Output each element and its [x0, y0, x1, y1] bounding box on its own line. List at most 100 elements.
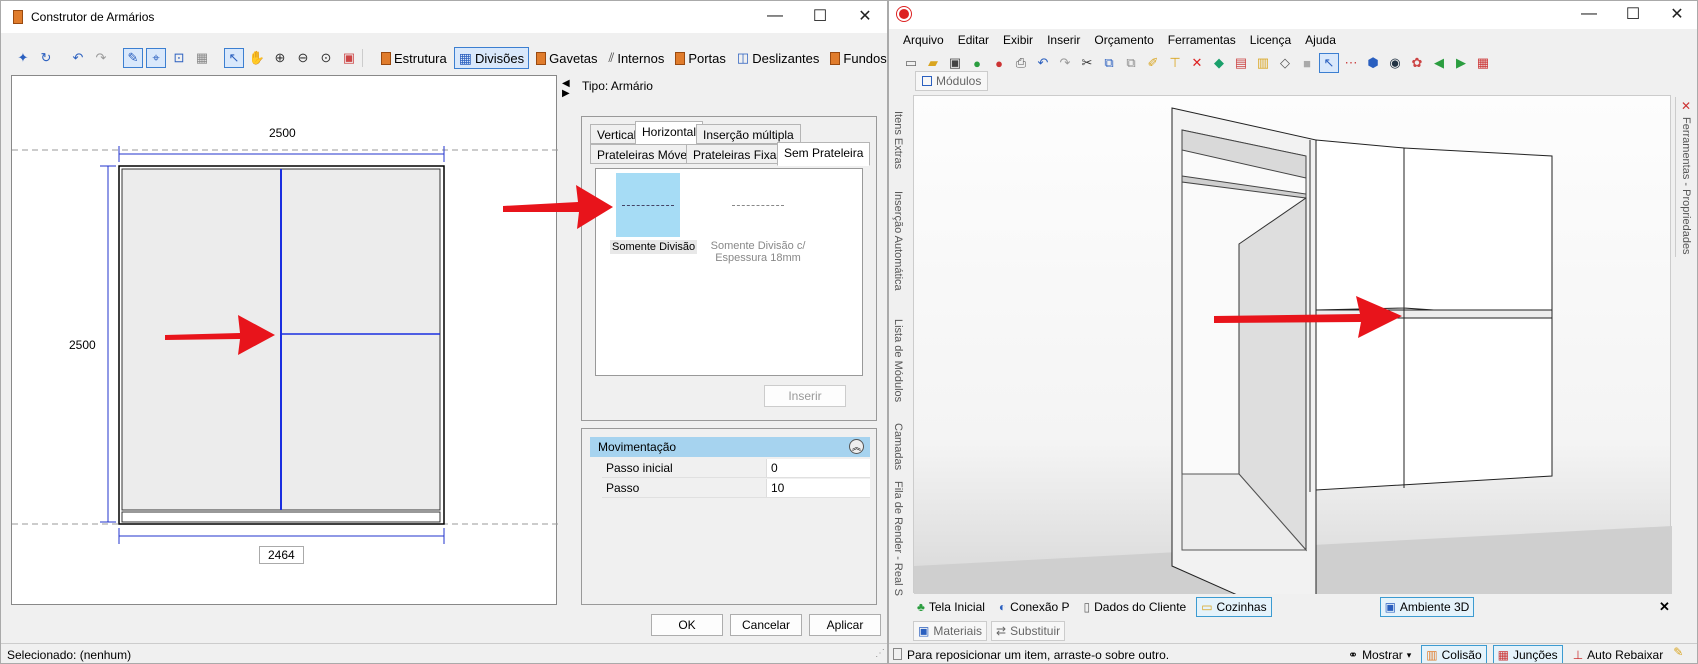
- drawing-canvas[interactable]: 2500 2500 2464: [11, 75, 558, 605]
- shield-icon[interactable]: ⬢: [1363, 53, 1383, 73]
- redo-icon[interactable]: ↷: [91, 48, 111, 68]
- side-tab-fila-render[interactable]: Fila de Render - Real S: [892, 481, 904, 596]
- pan-hand-icon[interactable]: ✋: [247, 48, 267, 68]
- palette-icon[interactable]: ✿: [1407, 53, 1427, 73]
- main-maximize-button[interactable]: ☐: [1611, 1, 1655, 27]
- tab-conexao-p[interactable]: ◐ Conexão P: [995, 597, 1074, 617]
- draw-tool-icon[interactable]: ✎: [123, 48, 143, 68]
- auto-lower-toggle[interactable]: ⊥ Auto Rebaixar: [1569, 645, 1668, 663]
- undo-main-icon[interactable]: ↶: [1033, 53, 1053, 73]
- arrow-right-green-icon[interactable]: ▶: [1451, 53, 1471, 73]
- shape-icon[interactable]: ◇: [1275, 53, 1295, 73]
- mirror-icon[interactable]: ⊡: [169, 48, 189, 68]
- paste-icon[interactable]: ⧉: [1121, 53, 1141, 73]
- grid-icon[interactable]: ▦: [192, 48, 212, 68]
- menu-ajuda[interactable]: Ajuda: [1305, 33, 1336, 47]
- tab-prateleiras-fixas[interactable]: Prateleiras Fixas: [686, 144, 790, 164]
- new-file-icon[interactable]: ▭: [901, 53, 921, 73]
- eye-icon[interactable]: ◉: [1385, 53, 1405, 73]
- zoom-window-icon[interactable]: ⊕: [270, 48, 290, 68]
- passo-inicial-value[interactable]: 0: [766, 459, 870, 477]
- passo-value[interactable]: 10: [766, 479, 870, 497]
- side-tab-itens-extras[interactable]: Itens Extras: [892, 111, 904, 169]
- paint-icon[interactable]: ✐: [1143, 53, 1163, 73]
- tab-substituir[interactable]: ⇄ Substituir: [991, 621, 1066, 641]
- copy-icon[interactable]: ⧉: [1099, 53, 1119, 73]
- side-tab-ferramentas-propriedades[interactable]: Ferramentas - Propriedades: [1680, 117, 1692, 255]
- menu-editar[interactable]: Editar: [958, 33, 989, 47]
- zoom-in-icon[interactable]: ⊙: [316, 48, 336, 68]
- close-button[interactable]: ✕: [843, 1, 887, 31]
- side-tab-camadas[interactable]: Camadas: [892, 423, 904, 470]
- menu-ferramentas[interactable]: Ferramentas: [1168, 33, 1236, 47]
- tab-cozinhas[interactable]: ▭ Cozinhas: [1196, 597, 1272, 617]
- stack-icon[interactable]: ▥: [1253, 53, 1273, 73]
- measure-icon[interactable]: ⋯: [1341, 53, 1361, 73]
- tab-deslizantes[interactable]: ◫ Deslizantes: [733, 47, 824, 69]
- tab-fundos[interactable]: Fundos: [826, 47, 887, 69]
- tab-sem-prateleira[interactable]: Sem Prateleira: [777, 142, 871, 166]
- layers-icon[interactable]: ◆: [1209, 53, 1229, 73]
- arrow-left-green-icon[interactable]: ◀: [1429, 53, 1449, 73]
- refresh-icon[interactable]: ↻: [36, 48, 56, 68]
- main-close-button[interactable]: ✕: [1655, 1, 1697, 27]
- menu-licenca[interactable]: Licença: [1250, 33, 1291, 47]
- option-somente-divisao[interactable]: [616, 173, 680, 237]
- minimize-button[interactable]: —: [753, 1, 797, 31]
- tab-divisoes[interactable]: ▦ Divisões: [453, 47, 530, 69]
- edit-tool-icon[interactable]: ⌖: [146, 48, 166, 68]
- block-icon[interactable]: ■: [1297, 53, 1317, 73]
- menu-orcamento[interactable]: Orçamento: [1094, 33, 1153, 47]
- collision-toggle[interactable]: ▥ Colisão: [1421, 645, 1487, 663]
- main-minimize-button[interactable]: —: [1567, 1, 1611, 27]
- tab-internos[interactable]: ⫽ Internos: [605, 47, 669, 69]
- modules-tab[interactable]: Módulos: [915, 71, 989, 91]
- tab-dados-cliente[interactable]: ▯ Dados do Cliente: [1080, 597, 1191, 617]
- show-toggle[interactable]: ⚭ Mostrar ▾: [1344, 645, 1415, 663]
- tab-insercao-multipla[interactable]: Inserção múltipla: [696, 124, 801, 144]
- select-pointer-icon[interactable]: ↖: [224, 48, 244, 68]
- joints-toggle[interactable]: ▦ Junções: [1492, 645, 1563, 663]
- zoom-extents-icon[interactable]: ▣: [339, 48, 359, 68]
- layout-icon[interactable]: ▤: [1231, 53, 1251, 73]
- new-icon[interactable]: ✦: [13, 48, 33, 68]
- tab-portas[interactable]: Portas: [671, 47, 730, 69]
- colors-icon[interactable]: ▦: [1473, 53, 1493, 73]
- cut-icon[interactable]: ✂: [1077, 53, 1097, 73]
- cancel-button[interactable]: Cancelar: [730, 614, 802, 636]
- zoom-out-icon[interactable]: ⊖: [293, 48, 313, 68]
- save-icon[interactable]: ▣: [945, 53, 965, 73]
- ok-button[interactable]: OK: [651, 614, 723, 636]
- open-folder-icon[interactable]: ▰: [923, 53, 943, 73]
- tab-ambiente-3d[interactable]: ▣ Ambiente 3D: [1379, 597, 1475, 617]
- side-tab-lista-modulos[interactable]: Lista de Módulos: [892, 319, 904, 402]
- menu-inserir[interactable]: Inserir: [1047, 33, 1080, 47]
- tab-horizontal[interactable]: Horizontal: [635, 121, 704, 145]
- viewport-3d[interactable]: [913, 95, 1672, 631]
- tab-gavetas[interactable]: Gavetas: [532, 47, 601, 69]
- pointer-main-icon[interactable]: ↖: [1319, 53, 1339, 73]
- undo-icon[interactable]: ↶: [68, 48, 88, 68]
- side-tab-insercao-automatica[interactable]: Inserção Automática: [892, 191, 904, 291]
- resize-grip-icon[interactable]: ⋰: [875, 648, 885, 659]
- redo-main-icon[interactable]: ↷: [1055, 53, 1075, 73]
- collapse-chevron-icon[interactable]: ︽: [849, 439, 864, 454]
- close-tab-icon[interactable]: ✕: [1659, 599, 1670, 615]
- delete-icon[interactable]: ✕: [1187, 53, 1207, 73]
- tab-estrutura[interactable]: Estrutura: [377, 47, 451, 69]
- brush-icon[interactable]: ⊤: [1165, 53, 1185, 73]
- menu-arquivo[interactable]: Arquivo: [903, 33, 944, 47]
- insert-button[interactable]: Inserir: [764, 385, 846, 407]
- print-icon[interactable]: ⎙: [1011, 53, 1031, 73]
- maximize-button[interactable]: ☐: [798, 1, 842, 31]
- dimension-bottom[interactable]: 2464: [259, 546, 304, 564]
- panel-collapse-icon[interactable]: ◀ ▶: [562, 79, 570, 99]
- edit-pencil-icon[interactable]: ✎: [1673, 645, 1683, 663]
- tab-tela-inicial[interactable]: ♣ Tela Inicial: [913, 597, 989, 617]
- tab-materiais[interactable]: ▣ Materiais: [913, 621, 988, 641]
- menu-exibir[interactable]: Exibir: [1003, 33, 1033, 47]
- render-icon[interactable]: ●: [967, 53, 987, 73]
- movement-header[interactable]: Movimentação ︽: [590, 437, 870, 457]
- apply-button[interactable]: Aplicar: [809, 614, 881, 636]
- render2-icon[interactable]: ●: [989, 53, 1009, 73]
